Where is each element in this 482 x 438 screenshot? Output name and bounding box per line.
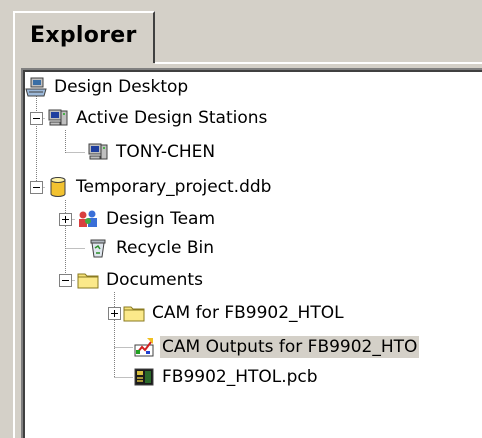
- tab-explorer-label: Explorer: [30, 23, 137, 48]
- tabstrip-edge: [155, 62, 482, 64]
- tab-explorer[interactable]: Explorer: [13, 11, 155, 63]
- explorer-panel: Explorer Design Desktop Active Design St…: [0, 0, 482, 438]
- tab-page-frame: [13, 62, 482, 438]
